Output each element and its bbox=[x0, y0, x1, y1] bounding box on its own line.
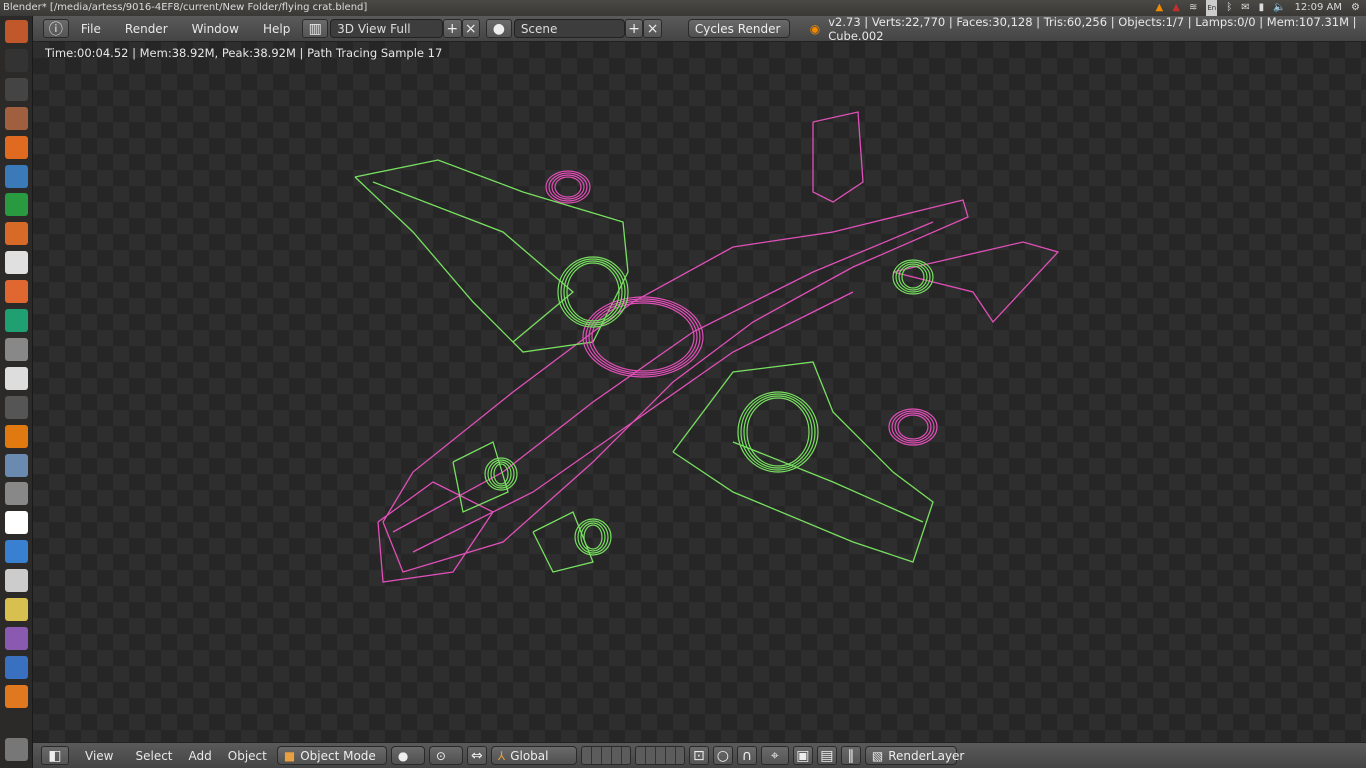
menu-object[interactable]: Object bbox=[222, 749, 273, 763]
3d-viewport[interactable]: Time:00:04.52 | Mem:38.92M, Peak:38.92M … bbox=[33, 42, 1366, 742]
delete-scene-button[interactable]: × bbox=[643, 19, 662, 38]
right-wing bbox=[672, 361, 934, 563]
snap-element-icon[interactable]: ⌖ bbox=[760, 746, 789, 765]
gmail-icon[interactable] bbox=[5, 511, 28, 535]
menu-select[interactable]: Select bbox=[129, 749, 178, 763]
info-header: ⓘ File Render Window Help ▥ 3D View Full… bbox=[33, 14, 1366, 43]
headphones-icon[interactable] bbox=[5, 309, 28, 332]
scene-icon[interactable]: ● bbox=[486, 19, 512, 38]
orientation-label: Global bbox=[510, 748, 549, 763]
rotor-green bbox=[746, 397, 810, 467]
render-layer-icon: ▧ bbox=[871, 748, 884, 763]
render-layer-label: RenderLayer bbox=[888, 748, 965, 763]
menu-file[interactable]: File bbox=[69, 22, 113, 36]
snap-icon[interactable]: ∩ bbox=[736, 746, 757, 765]
terminal-icon[interactable] bbox=[5, 48, 28, 72]
rotor bbox=[588, 300, 698, 374]
right-wing-line bbox=[732, 441, 924, 523]
manipulator-toggle[interactable]: ⇔ bbox=[466, 746, 487, 765]
rotor-green bbox=[743, 395, 813, 469]
ubuntu-dash-icon[interactable] bbox=[5, 20, 28, 43]
archive-icon[interactable] bbox=[5, 106, 28, 130]
engine-left bbox=[551, 174, 585, 200]
video-player-icon[interactable] bbox=[5, 540, 28, 564]
light-green bbox=[583, 524, 603, 550]
fuselage-line bbox=[392, 221, 934, 533]
disc-icon[interactable] bbox=[5, 366, 28, 390]
webcam-icon[interactable] bbox=[5, 569, 28, 593]
film-icon[interactable] bbox=[5, 626, 28, 650]
menu-window[interactable]: Window bbox=[180, 22, 251, 36]
software-center-icon[interactable] bbox=[5, 280, 28, 304]
orientation-select[interactable]: ⅄ Global bbox=[490, 746, 577, 765]
blender-logo-icon: ◉ bbox=[809, 21, 821, 36]
mode-label: Object Mode bbox=[300, 748, 376, 763]
pivot-icon: ⊙ bbox=[435, 748, 446, 763]
menu-view[interactable]: View bbox=[73, 749, 125, 763]
proportional-edit-icon[interactable]: ○ bbox=[712, 746, 733, 765]
phone-icon[interactable] bbox=[5, 395, 28, 419]
sphere-icon: ● bbox=[397, 748, 409, 763]
launcher bbox=[0, 16, 33, 768]
pivot-select[interactable]: ⊙ bbox=[428, 746, 463, 765]
menu-add[interactable]: Add bbox=[183, 749, 218, 763]
3d-view-header: ◧ View Select Add Object ■ Object Mode ● … bbox=[33, 742, 1366, 768]
editor-type-3d-icon[interactable]: ◧ bbox=[41, 746, 69, 765]
left-wing-line bbox=[372, 181, 575, 343]
rotor bbox=[585, 298, 701, 376]
editor-type-info-icon[interactable]: ⓘ bbox=[43, 19, 69, 38]
writer-icon[interactable] bbox=[5, 164, 28, 188]
render-animation-icon[interactable]: ▤ bbox=[816, 746, 837, 765]
screen-layout-field[interactable]: 3D View Full bbox=[330, 19, 444, 38]
rotor-green bbox=[566, 262, 620, 322]
disk-icon[interactable] bbox=[5, 453, 28, 477]
blender-icon[interactable] bbox=[5, 684, 28, 708]
vlc-icon[interactable] bbox=[5, 424, 28, 448]
render-image-icon[interactable]: ▣ bbox=[792, 746, 813, 765]
files-icon[interactable] bbox=[5, 77, 28, 101]
impress-icon[interactable] bbox=[5, 222, 28, 246]
scene-stats: v2.73 | Verts:22,770 | Faces:30,128 | Tr… bbox=[828, 14, 1357, 43]
usb-icon[interactable] bbox=[5, 337, 28, 361]
render-engine-select[interactable]: Cycles Render bbox=[687, 19, 790, 38]
gimp-icon[interactable] bbox=[5, 482, 28, 506]
engine-left bbox=[554, 176, 582, 198]
axes-icon: ⅄ bbox=[497, 748, 506, 763]
window-title: Blender* [/media/artess/9016-4EF8/curren… bbox=[3, 2, 368, 13]
mode-select[interactable]: ■ Object Mode bbox=[276, 746, 387, 765]
layers-group-1[interactable] bbox=[580, 746, 631, 765]
add-scene-button[interactable]: + bbox=[624, 19, 644, 38]
trash-icon[interactable] bbox=[5, 738, 28, 761]
nose bbox=[377, 481, 494, 583]
fuselage-line bbox=[412, 291, 854, 553]
tail-wing bbox=[892, 241, 1060, 324]
game-icon[interactable] bbox=[5, 598, 28, 621]
screen-layout-icon[interactable]: ▥ bbox=[302, 19, 329, 38]
engine-right bbox=[897, 414, 929, 440]
rotor bbox=[591, 302, 695, 372]
engine-right bbox=[894, 412, 932, 442]
menu-help[interactable]: Help bbox=[251, 22, 302, 36]
calc-icon[interactable] bbox=[5, 193, 28, 217]
nose-gear bbox=[452, 441, 509, 513]
render-layer-select[interactable]: ▧ RenderLayer bbox=[864, 746, 964, 765]
firefox-icon[interactable] bbox=[5, 135, 28, 159]
scene-field[interactable]: Scene bbox=[513, 19, 625, 38]
render-engine-label: Cycles Render bbox=[694, 21, 781, 36]
fuselage bbox=[382, 199, 969, 573]
blender-alt-icon[interactable] bbox=[5, 655, 28, 679]
light-green bbox=[484, 457, 518, 491]
layers-group-2[interactable] bbox=[634, 746, 685, 765]
add-layout-button[interactable]: + bbox=[443, 19, 462, 38]
pause-icon[interactable]: ∥ bbox=[840, 746, 861, 765]
cube-icon: ■ bbox=[283, 748, 296, 763]
viewport-shading-select[interactable]: ● bbox=[390, 746, 425, 765]
lock-layers-icon[interactable]: ⊡ bbox=[688, 746, 709, 765]
rotor-green bbox=[740, 393, 816, 471]
photos-icon[interactable] bbox=[5, 251, 28, 275]
menu-render[interactable]: Render bbox=[113, 22, 180, 36]
tail-fin bbox=[812, 111, 864, 203]
aircraft-wireframe bbox=[354, 111, 1060, 583]
delete-layout-button[interactable]: × bbox=[461, 19, 480, 38]
